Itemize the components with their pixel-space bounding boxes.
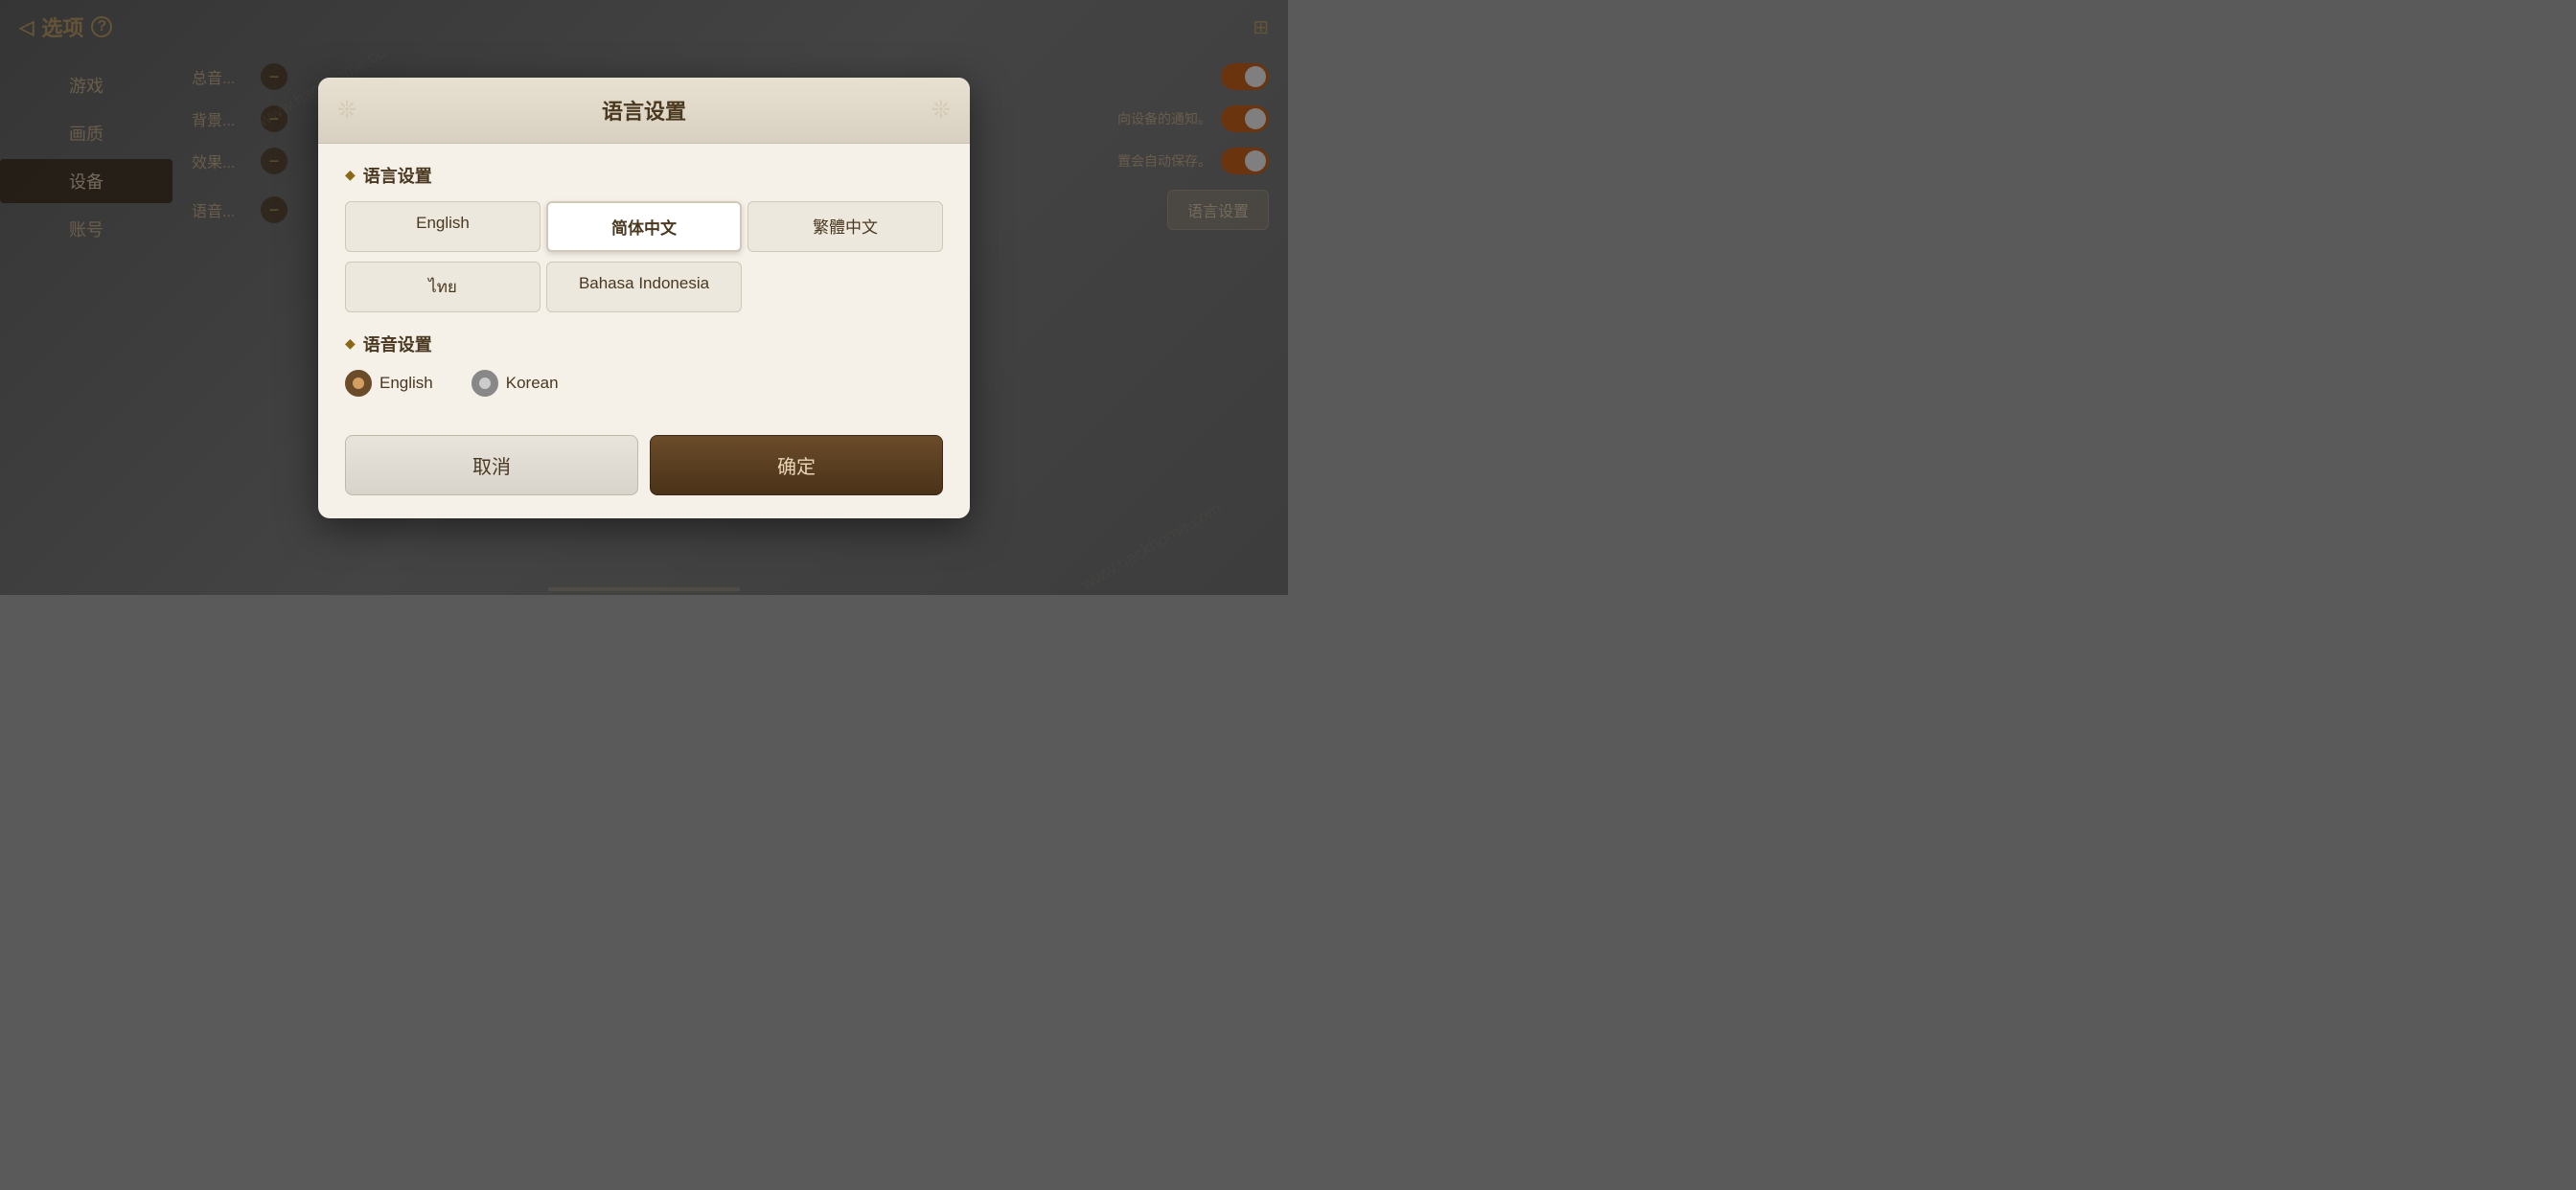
confirm-button[interactable]: 确定 — [650, 435, 943, 495]
lang-btn-indonesian[interactable]: Bahasa Indonesia — [546, 262, 742, 312]
radio-label-english: English — [380, 374, 433, 393]
voice-option-korean[interactable]: Korean — [472, 370, 559, 397]
modal-overlay: ❊ 语言设置 ❊ ◆ 语言设置 English 简体中文 繁體中文 ไทย Ba… — [0, 0, 1288, 595]
language-grid: English 简体中文 繁體中文 — [345, 201, 943, 252]
radio-circle-korean — [472, 370, 498, 397]
language-settings-modal: ❊ 语言设置 ❊ ◆ 语言设置 English 简体中文 繁體中文 ไทย Ba… — [318, 78, 970, 518]
lang-btn-english[interactable]: English — [345, 201, 540, 252]
radio-circle-english — [345, 370, 372, 397]
lang-bullet: ◆ — [345, 167, 356, 183]
modal-header: ❊ 语言设置 ❊ — [318, 78, 970, 144]
voice-option-english[interactable]: English — [345, 370, 433, 397]
radio-inner-english — [353, 378, 364, 389]
lang-section-title: 语言设置 — [363, 163, 432, 188]
modal-body: ◆ 语言设置 English 简体中文 繁體中文 ไทย Bahasa Indo… — [318, 144, 970, 435]
lang-btn-traditional-chinese[interactable]: 繁體中文 — [748, 201, 943, 252]
modal-icon-left: ❊ — [337, 96, 356, 124]
voice-section-title: 语音设置 — [363, 332, 432, 356]
modal-title: 语言设置 — [602, 100, 686, 124]
modal-footer: 取消 确定 — [318, 435, 970, 518]
cancel-button[interactable]: 取消 — [345, 435, 638, 495]
lang-section-header: ◆ 语言设置 — [345, 163, 943, 188]
modal-icon-right: ❊ — [932, 96, 951, 124]
voice-section: ◆ 语音设置 English Korean — [345, 332, 943, 397]
language-grid-row2: ไทย Bahasa Indonesia — [345, 262, 943, 312]
lang-btn-thai[interactable]: ไทย — [345, 262, 540, 312]
radio-inner-korean — [479, 378, 491, 389]
lang-btn-simplified-chinese[interactable]: 简体中文 — [546, 201, 742, 252]
radio-label-korean: Korean — [506, 374, 559, 393]
voice-bullet: ◆ — [345, 335, 356, 352]
voice-options: English Korean — [345, 370, 943, 397]
voice-section-header: ◆ 语音设置 — [345, 332, 943, 356]
